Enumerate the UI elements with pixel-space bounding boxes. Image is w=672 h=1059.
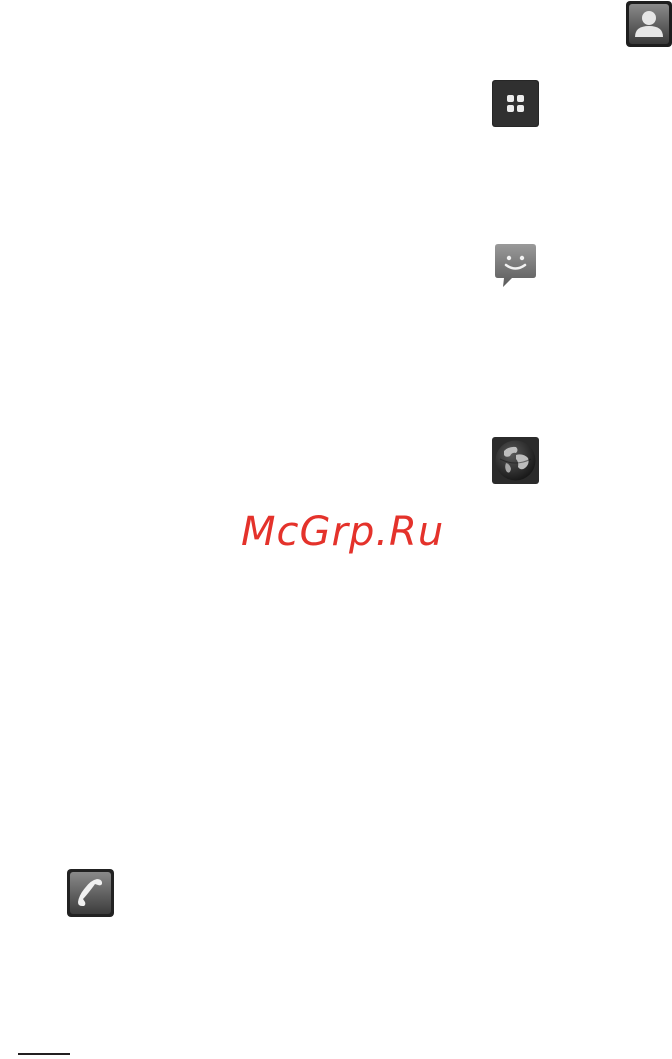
watermark-text: McGrp.Ru [241,509,445,555]
phone-icon [67,869,114,917]
contacts-icon [626,1,672,47]
footnote-divider [18,1053,70,1055]
browser-icon [492,437,539,484]
messaging-icon [492,242,539,289]
apps-icon [492,80,539,127]
